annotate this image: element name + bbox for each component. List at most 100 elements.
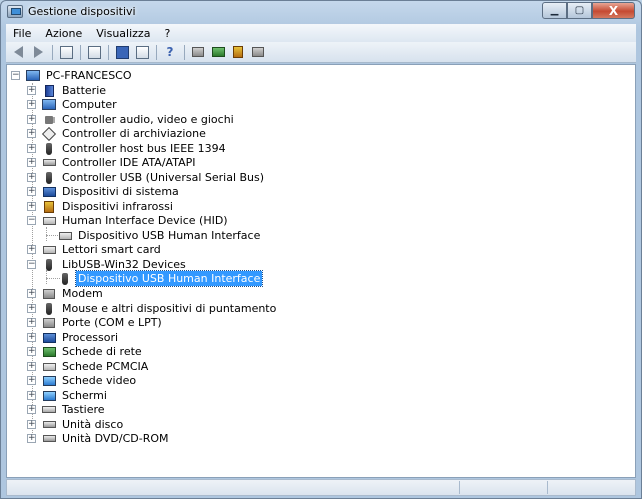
toolbar-separator — [156, 44, 157, 60]
tree-item[interactable]: + Controller USB (Universal Serial Bus) — [27, 170, 266, 185]
expand-toggle[interactable]: + — [27, 115, 36, 124]
expand-toggle[interactable]: + — [27, 100, 36, 109]
tree-item-label: Processori — [62, 331, 119, 344]
status-segment — [547, 481, 548, 494]
ide-icon — [41, 156, 57, 170]
toolbar-separator — [52, 44, 53, 60]
system-device-icon — [41, 185, 57, 199]
collapse-toggle[interactable]: − — [27, 216, 36, 225]
tree-item-label: Dispositivi di sistema — [62, 185, 179, 198]
tree-item[interactable]: + Controller audio, video e giochi — [27, 112, 236, 127]
tree-item[interactable]: + Dispositivi di sistema — [27, 184, 181, 199]
tree-item[interactable]: − Human Interface Device (HID) — [27, 213, 230, 228]
tree-item-label: Schermi — [62, 389, 107, 402]
battery-icon — [41, 84, 57, 98]
expand-toggle[interactable]: + — [27, 420, 36, 429]
menu-help[interactable]: ? — [157, 27, 177, 40]
expand-toggle[interactable]: + — [27, 173, 36, 182]
update-driver-icon — [211, 47, 225, 57]
help-button[interactable] — [113, 43, 131, 61]
tree-item[interactable]: + Schede PCMCIA — [27, 359, 150, 374]
close-button[interactable]: X — [592, 2, 635, 19]
uninstall-button[interactable] — [229, 43, 247, 61]
expand-toggle[interactable]: + — [27, 318, 36, 327]
expand-toggle[interactable]: + — [27, 376, 36, 385]
tree-item-device-selected[interactable]: Dispositivo USB Human Interface — [57, 270, 264, 287]
menu-visualizza[interactable]: Visualizza — [89, 27, 157, 40]
tree-root[interactable]: − PC-FRANCESCO — [11, 68, 134, 83]
tree-item[interactable]: + Controller host bus IEEE 1394 — [27, 141, 228, 156]
infrared-icon — [41, 200, 57, 214]
forward-button[interactable] — [29, 43, 47, 61]
tree-item[interactable]: + Mouse e altri dispositivi di puntamento — [27, 301, 278, 316]
tree-item[interactable]: + Controller IDE ATA/ATAPI — [27, 155, 197, 170]
tree-item-label: Controller host bus IEEE 1394 — [62, 142, 226, 155]
tree-item-label: Controller di archiviazione — [62, 127, 206, 140]
expand-toggle[interactable]: + — [27, 245, 36, 254]
title-bar[interactable]: Gestione dispositivi ▁ ▢ X — [1, 1, 641, 23]
tree-item[interactable]: + Schede video — [27, 373, 138, 388]
tree-item-device[interactable]: Dispositivo USB Human Interface — [57, 228, 262, 243]
menu-azione[interactable]: Azione — [38, 27, 89, 40]
menu-bar: File Azione Visualizza ? — [6, 24, 636, 42]
expand-toggle[interactable]: + — [27, 304, 36, 313]
tree-item[interactable]: + Unità disco — [27, 417, 125, 432]
disable-button[interactable] — [249, 43, 267, 61]
expand-toggle[interactable]: + — [27, 144, 36, 153]
view-button[interactable] — [85, 43, 103, 61]
tree-item-label: Modem — [62, 287, 103, 300]
maximize-button[interactable]: ▢ — [567, 2, 592, 19]
properties-button[interactable] — [57, 43, 75, 61]
menu-file[interactable]: File — [6, 27, 38, 40]
collapse-toggle[interactable]: − — [11, 71, 20, 80]
tree-connector — [46, 270, 47, 284]
tree-item[interactable]: + Dispositivi infrarossi — [27, 199, 175, 214]
expand-toggle[interactable]: + — [27, 347, 36, 356]
tree-item[interactable]: + Schermi — [27, 388, 109, 403]
scan-hardware-button[interactable] — [189, 43, 207, 61]
tree-item[interactable]: + Tastiere — [27, 402, 107, 417]
toolbar-separator — [80, 44, 81, 60]
help-topic-icon — [135, 45, 149, 59]
expand-toggle[interactable]: + — [27, 187, 36, 196]
keyboard-icon — [41, 403, 57, 417]
tree-item[interactable]: + Porte (COM e LPT) — [27, 315, 164, 330]
help-topic-button[interactable] — [133, 43, 151, 61]
expand-toggle[interactable]: + — [27, 405, 36, 414]
minimize-button[interactable]: ▁ — [542, 2, 567, 19]
device-tree[interactable]: − PC-FRANCESCO + Batterie + Computer + Cont… — [6, 64, 636, 478]
expand-toggle[interactable]: + — [27, 289, 36, 298]
tree-item-label: Schede di rete — [62, 345, 142, 358]
disk-drive-icon — [41, 418, 57, 432]
tree-item[interactable]: + Computer — [27, 97, 119, 112]
monitor-icon — [41, 389, 57, 403]
expand-toggle[interactable]: + — [27, 434, 36, 443]
tree-item[interactable]: + Modem — [27, 286, 105, 301]
processor-icon — [41, 331, 57, 345]
pcmcia-icon — [41, 360, 57, 374]
expand-toggle[interactable]: + — [27, 333, 36, 342]
hid-icon — [41, 214, 57, 228]
expand-toggle[interactable]: + — [27, 362, 36, 371]
expand-toggle[interactable]: + — [27, 202, 36, 211]
expand-toggle[interactable]: + — [27, 129, 36, 138]
expand-toggle[interactable]: + — [27, 86, 36, 95]
close-icon: X — [608, 3, 619, 18]
tree-item[interactable]: + Processori — [27, 330, 120, 345]
tree-item[interactable]: + Batterie — [27, 83, 108, 98]
expand-toggle[interactable]: + — [27, 158, 36, 167]
tree-item[interactable]: − LibUSB-Win32 Devices — [27, 257, 188, 272]
update-driver-button[interactable] — [209, 43, 227, 61]
tree-item[interactable]: + Schede di rete — [27, 344, 144, 359]
expand-toggle[interactable]: + — [27, 391, 36, 400]
computer-icon — [41, 98, 57, 112]
minimize-icon: ▁ — [550, 5, 559, 16]
collapse-toggle[interactable]: − — [27, 260, 36, 269]
what-is-button[interactable]: ? — [161, 43, 179, 61]
usb-icon — [41, 171, 57, 185]
tree-item-label: Dispositivi infrarossi — [62, 200, 173, 213]
tree-item[interactable]: + Unità DVD/CD-ROM — [27, 431, 171, 446]
back-button[interactable] — [9, 43, 27, 61]
tree-item[interactable]: + Lettori smart card — [27, 242, 163, 257]
tree-item[interactable]: + Controller di archiviazione — [27, 126, 208, 141]
